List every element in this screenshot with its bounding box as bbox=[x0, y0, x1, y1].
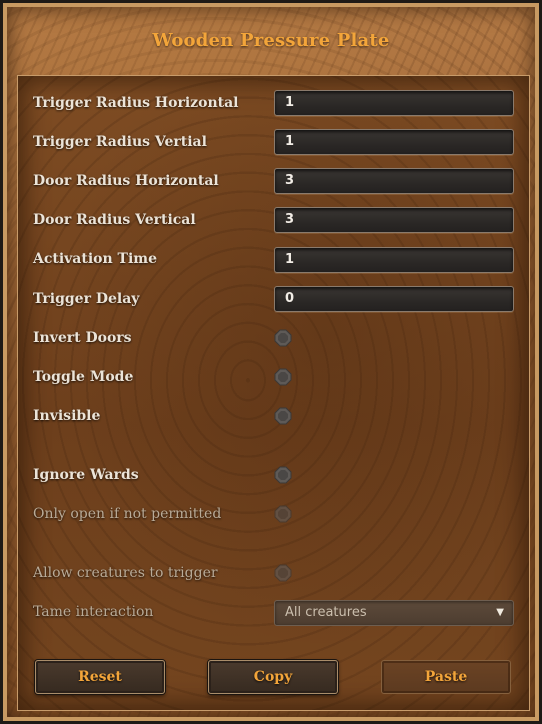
invert-doors-toggle[interactable] bbox=[274, 329, 292, 347]
tame-interaction-label: Tame interaction bbox=[33, 604, 154, 620]
trigger-radius-horizontal-input[interactable]: 1 bbox=[274, 90, 514, 116]
trigger-radius-vertical-label: Trigger Radius Vertial bbox=[33, 134, 207, 150]
trigger-radius-vertical-input[interactable]: 1 bbox=[274, 129, 514, 155]
ignore-wards-label: Ignore Wards bbox=[33, 467, 139, 483]
door-radius-horizontal-label: Door Radius Horizontal bbox=[33, 173, 219, 189]
toggle-off-icon bbox=[274, 329, 292, 347]
tame-interaction-value: All creatures bbox=[285, 605, 367, 620]
toggle-mode-toggle[interactable] bbox=[274, 368, 292, 386]
toggle-off-icon bbox=[274, 368, 292, 386]
door-radius-horizontal-input[interactable]: 3 bbox=[274, 168, 514, 194]
trigger-delay-input[interactable]: 0 bbox=[274, 286, 514, 312]
invisible-toggle[interactable] bbox=[274, 407, 292, 425]
copy-button[interactable]: Copy bbox=[208, 660, 338, 694]
reset-button[interactable]: Reset bbox=[35, 660, 165, 694]
invert-doors-label: Invert Doors bbox=[33, 330, 132, 346]
trigger-delay-label: Trigger Delay bbox=[33, 291, 140, 307]
door-radius-vertical-input[interactable]: 3 bbox=[274, 207, 514, 233]
toggle-mode-label: Toggle Mode bbox=[33, 369, 134, 385]
activation-time-label: Activation Time bbox=[33, 251, 158, 267]
toggle-off-icon bbox=[274, 407, 292, 425]
paste-button[interactable]: Paste bbox=[381, 660, 511, 694]
ignore-wards-toggle[interactable] bbox=[274, 466, 292, 484]
only-open-if-not-permitted-toggle[interactable] bbox=[274, 505, 292, 523]
pressure-plate-dialog: Wooden Pressure Plate Trigger Radius Hor… bbox=[0, 0, 542, 724]
tame-interaction-select[interactable]: All creatures ▼ bbox=[274, 600, 514, 626]
dialog-title: Wooden Pressure Plate bbox=[152, 30, 390, 51]
toggle-off-icon bbox=[274, 466, 292, 484]
only-open-if-not-permitted-label: Only open if not permitted bbox=[33, 506, 222, 522]
door-radius-vertical-label: Door Radius Vertical bbox=[33, 212, 196, 228]
toggle-off-icon bbox=[274, 505, 292, 523]
toggle-off-icon bbox=[274, 564, 292, 582]
allow-creatures-toggle[interactable] bbox=[274, 564, 292, 582]
allow-creatures-label: Allow creatures to trigger bbox=[33, 565, 218, 581]
trigger-radius-horizontal-label: Trigger Radius Horizontal bbox=[33, 95, 239, 111]
chevron-down-icon: ▼ bbox=[496, 607, 504, 618]
invisible-label: Invisible bbox=[33, 408, 101, 424]
activation-time-input[interactable]: 1 bbox=[274, 247, 514, 273]
